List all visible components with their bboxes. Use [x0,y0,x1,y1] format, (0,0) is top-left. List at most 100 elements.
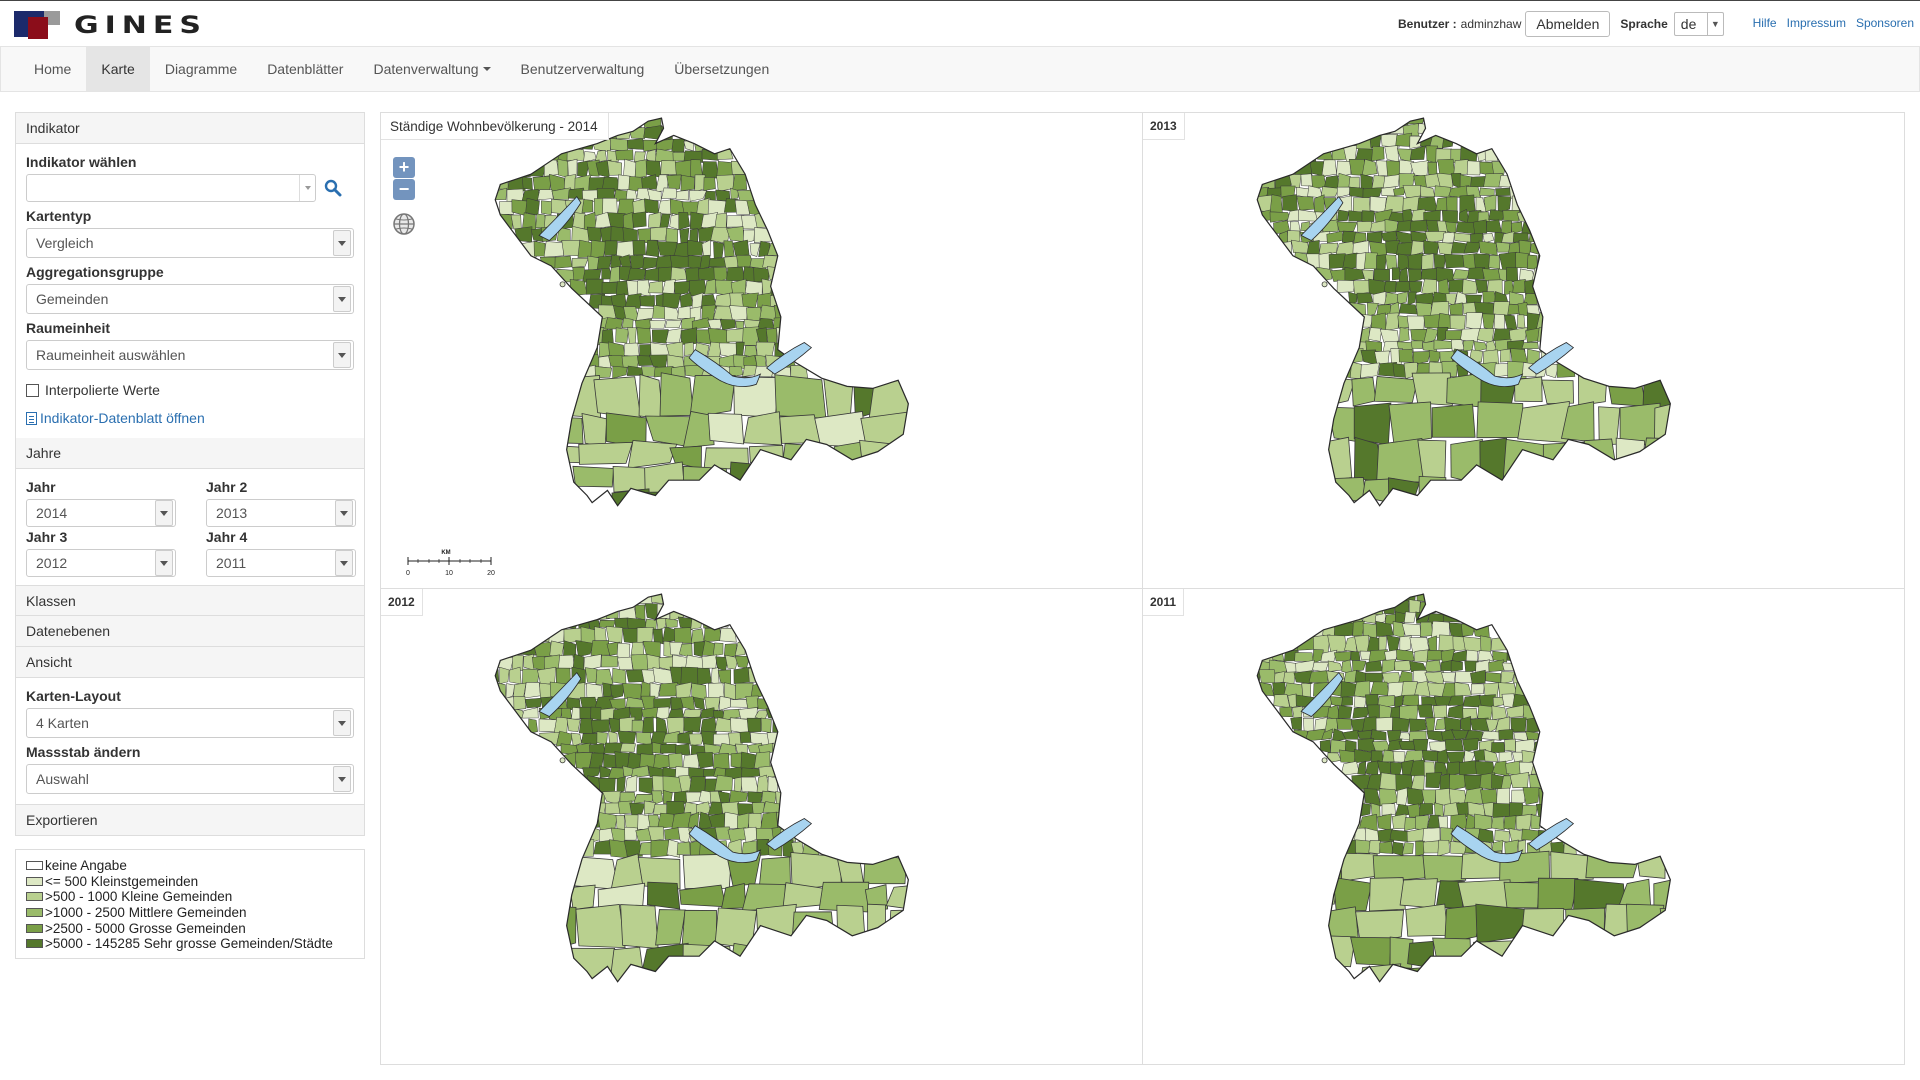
legend-item: >500 - 1000 Kleine Gemeinden [26,889,356,905]
user-label: Benutzer : [1398,17,1457,31]
help-link[interactable]: Hilfe [1753,16,1777,30]
language-select[interactable]: de ▼ [1673,12,1724,36]
chevron-down-icon [155,550,173,576]
chevron-down-icon [333,766,351,792]
legend-swatch [26,908,43,918]
logout-button[interactable]: Abmelden [1525,11,1611,37]
nav-home[interactable]: Home [19,47,86,91]
chevron-down-icon [335,550,353,576]
chevron-down-icon: ▼ [1706,13,1723,35]
map-title: 2012 [381,589,423,616]
kartentyp-select[interactable]: Vergleich [26,228,354,258]
search-icon[interactable] [324,179,342,197]
top-links: Hilfe Impressum Sponsoren [1753,16,1914,30]
jahr4-select[interactable]: 2011 [206,549,356,577]
app-logo[interactable]: GINES [14,9,207,41]
section-indikator-body: Indikator wählen Kartentyp Vergleich Agg… [16,144,364,438]
chevron-down-icon [333,230,351,256]
nav-benutzerverwaltung[interactable]: Benutzerverwaltung [506,47,660,91]
chevron-down-icon [333,342,351,368]
choropleth-map[interactable] [381,589,1143,1065]
section-indikator-header[interactable]: Indikator [16,113,364,144]
nav-datenblaetter[interactable]: Datenblätter [252,47,358,91]
jahr1-label: Jahr [26,479,56,495]
settings-panel: Indikator Indikator wählen Kartentyp Ver… [15,112,365,836]
scale-label: Massstab ändern [26,744,141,760]
jahr3-select[interactable]: 2012 [26,549,176,577]
jahr1-select[interactable]: 2014 [26,499,176,527]
zoom-in-button[interactable]: + [393,157,415,178]
section-export-header[interactable]: Exportieren [16,804,364,835]
legend-item: <= 500 Kleinstgemeinden [26,874,356,890]
legend-swatch [26,861,43,871]
sponsors-link[interactable]: Sponsoren [1856,16,1914,30]
legend-swatch [26,923,43,933]
top-bar: GINES Benutzer : adminzhaw Abmelden Spra… [0,0,1920,46]
map-title: Ständige Wohnbevölkerung - 2014 [381,113,609,140]
kartentyp-label: Kartentyp [26,208,92,224]
indicator-choose-label: Indikator wählen [26,154,137,170]
jahr2-label: Jahr 2 [206,479,248,495]
interpolated-checkbox[interactable] [26,383,39,397]
scale-tick-20: 20 [487,570,495,577]
map-panel-4[interactable]: 2011 [1143,589,1905,1065]
jahr4-label: Jahr 4 [206,529,248,545]
user-name: adminzhaw [1460,17,1522,31]
nav-karte[interactable]: Karte [86,47,150,91]
jahr2-select[interactable]: 2013 [206,499,356,527]
nav-diagramme[interactable]: Diagramme [150,47,252,91]
layout-select[interactable]: 4 Karten [26,708,354,738]
aggregation-label: Aggregationsgruppe [26,264,164,280]
map-title: 2013 [1143,113,1185,140]
scale-select[interactable]: Auswahl [26,764,354,794]
chevron-down-icon [333,286,351,312]
zoom-out-button[interactable]: − [393,179,415,200]
raumeinheit-select[interactable]: Raumeinheit auswählen [26,340,354,370]
impressum-link[interactable]: Impressum [1787,16,1846,30]
zoom-control: + − [393,157,415,200]
aggregation-select[interactable]: Gemeinden [26,284,354,314]
scale-tick-0: 0 [406,570,410,577]
section-jahre-body: Jahr 2014 Jahr 2 2013 Jahr 3 2012 Jahr 4… [16,469,364,585]
scale-bar: KM 0 10 20 [406,550,495,577]
globe-icon[interactable] [392,212,416,236]
jahr2-value: 2013 [216,505,248,521]
sidebar: Indikator Indikator wählen Kartentyp Ver… [15,112,365,959]
section-jahre-header[interactable]: Jahre [16,438,364,469]
nav-datenverwaltung[interactable]: Datenverwaltung [358,47,505,91]
jahr4-value: 2011 [216,555,247,571]
legend-swatch [26,892,43,902]
legend-label: >500 - 1000 Kleine Gemeinden [45,889,233,905]
interpolated-row[interactable]: Interpolierte Werte [26,382,354,398]
legend-label: >5000 - 145285 Sehr grosse Gemeinden/Stä… [45,936,333,952]
legend-item: keine Angabe [26,858,356,874]
aggregation-value: Gemeinden [36,291,109,307]
section-ansicht-header[interactable]: Ansicht [16,647,364,678]
choropleth-map[interactable] [381,113,1143,589]
chevron-down-icon[interactable] [299,175,315,201]
layout-label: Karten-Layout [26,688,121,704]
open-datasheet-link[interactable]: Indikator-Datenblatt öffnen [26,410,354,426]
choropleth-map[interactable] [1143,589,1905,1065]
layout-value: 4 Karten [36,715,89,731]
legend-item: >1000 - 2500 Mittlere Gemeinden [26,905,356,921]
indicator-combobox[interactable] [26,174,316,202]
map-panel-1[interactable]: Ständige Wohnbevölkerung - 2014 + − KM 0… [381,113,1143,589]
chevron-down-icon [155,500,173,526]
document-icon [26,411,37,425]
map-panel-2[interactable]: 2013 [1143,113,1905,589]
section-ansicht-body: Karten-Layout 4 Karten Massstab ändern A… [16,678,364,804]
section-klassen-header[interactable]: Klassen [16,585,364,616]
legend-swatch [26,876,43,886]
chevron-down-icon [335,500,353,526]
scale-unit: KM [441,550,450,556]
map-panel-3[interactable]: 2012 [381,589,1143,1065]
nav-uebersetzungen[interactable]: Übersetzungen [659,47,784,91]
raumeinheit-value: Raumeinheit auswählen [36,347,186,363]
legend-item: >2500 - 5000 Grosse Gemeinden [26,920,356,936]
choropleth-map[interactable] [1143,113,1905,589]
map-grid: Ständige Wohnbevölkerung - 2014 + − KM 0… [380,112,1905,1065]
caret-down-icon [482,67,491,71]
legend-item: >5000 - 145285 Sehr grosse Gemeinden/Stä… [26,936,356,952]
section-datenebenen-header[interactable]: Datenebenen [16,616,364,647]
